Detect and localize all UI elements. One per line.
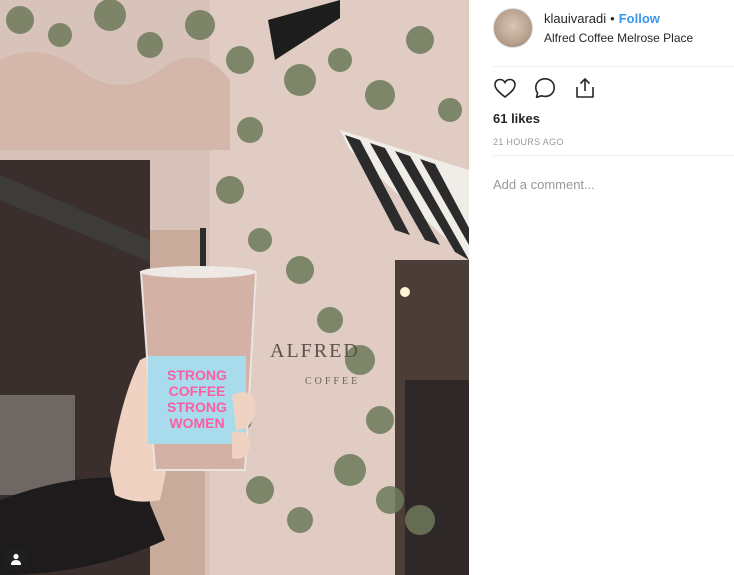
cup-label-line-2: COFFEE (169, 383, 226, 399)
comment-bubble-icon[interactable] (533, 76, 557, 100)
cup-label-line-3: STRONG (167, 399, 227, 415)
header-divider (493, 66, 734, 67)
avatar[interactable] (493, 8, 533, 48)
follow-button[interactable]: Follow (619, 11, 660, 26)
heart-icon[interactable] (493, 76, 517, 100)
user-tag-icon (11, 553, 21, 565)
post-photo[interactable]: ALFRED COFFEE STRONG COFFEE STRONG WOMEN (0, 0, 469, 575)
post-header: klauivaradi • Follow Alfred Coffee Melrose… (493, 8, 693, 48)
shop-sign-text: ALFRED (270, 340, 360, 362)
share-icon[interactable] (573, 76, 597, 100)
username-link[interactable]: klauivaradi (544, 11, 606, 26)
separator-dot: • (610, 11, 615, 26)
post-photo-scene: ALFRED COFFEE STRONG COFFEE STRONG WOMEN (0, 0, 469, 575)
comment-divider (493, 155, 734, 156)
add-comment-input[interactable]: Add a comment... (493, 177, 595, 192)
action-bar (493, 76, 597, 100)
cup-label-line-4: WOMEN (169, 415, 224, 431)
post-timestamp[interactable]: 21 HOURS AGO (493, 137, 564, 147)
location-link[interactable]: Alfred Coffee Melrose Place (544, 30, 693, 46)
likes-count[interactable]: 61 likes (493, 111, 540, 126)
shop-sign-subtext: COFFEE (305, 376, 360, 387)
user-tag-button[interactable] (4, 547, 28, 571)
post-sidebar: klauivaradi • Follow Alfred Coffee Melrose… (469, 0, 734, 575)
cup-label-line-1: STRONG (167, 367, 227, 383)
